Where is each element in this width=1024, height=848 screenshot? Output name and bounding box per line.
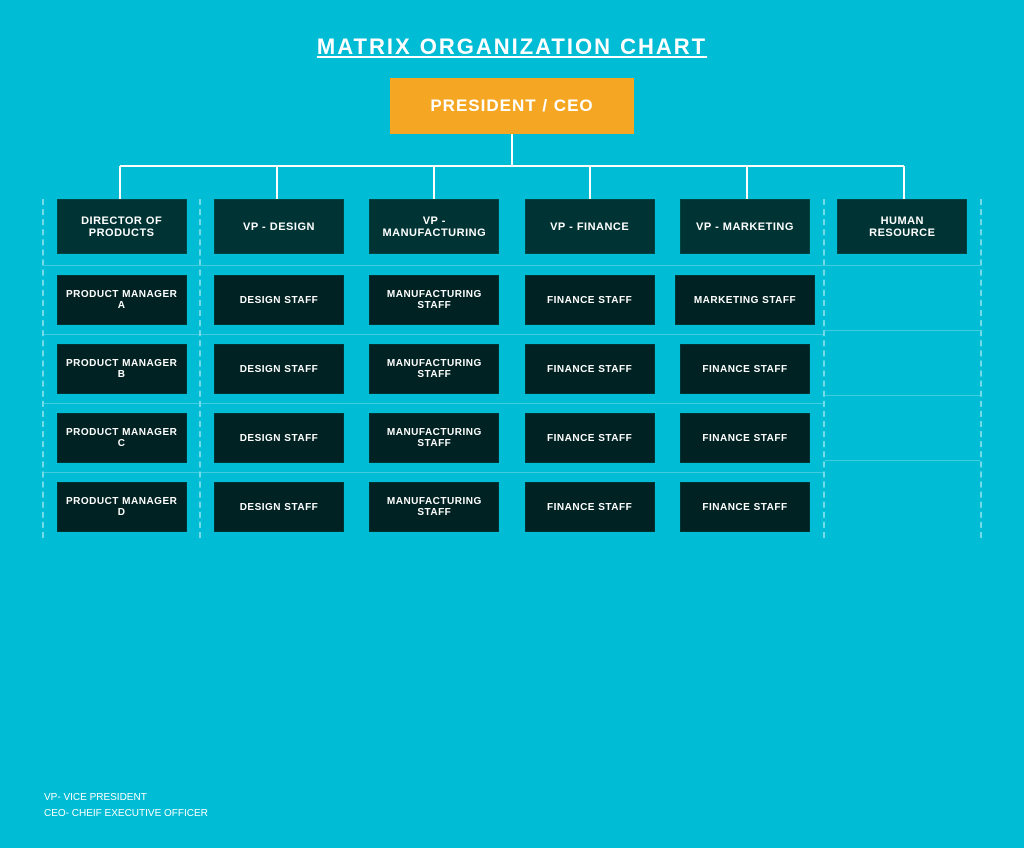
staff-design-box-3: DESIGN STAFF xyxy=(214,413,344,463)
staff-mfg-4: MANUFACTURING STAFF xyxy=(357,476,512,538)
staff-fin-4: FINANCE STAFF xyxy=(512,476,667,538)
staff-mkt-box-4: FINANCE STAFF xyxy=(680,482,810,532)
staff-fin-box-3: FINANCE STAFF xyxy=(525,413,655,463)
staff-design-1: DESIGN STAFF xyxy=(201,269,356,331)
staff-design-box-1: DESIGN STAFF xyxy=(214,275,344,325)
col-hr: HUMAN RESOURCE xyxy=(823,199,982,538)
vp-box-marketing: VP - MARKETING xyxy=(680,199,810,254)
connector-svg xyxy=(42,134,982,199)
vp-box-director: DIRECTOR OF PRODUCTS xyxy=(57,199,187,254)
footnote: VP- VICE PRESIDENT CEO- CHEIF EXECUTIVE … xyxy=(44,790,208,822)
vp-box-design: VP - DESIGN xyxy=(214,199,344,254)
col-director: DIRECTOR OF PRODUCTS PRODUCT MANAGER A P… xyxy=(42,199,201,538)
pm-box-a: PRODUCT MANAGER A xyxy=(57,275,187,325)
staff-mkt-box-1: MARKETING STAFF xyxy=(675,275,815,325)
staff-mfg-2: MANUFACTURING STAFF xyxy=(357,338,512,400)
staff-mfg-box-1: MANUFACTURING STAFF xyxy=(369,275,499,325)
header-hr: HUMAN RESOURCE xyxy=(837,199,967,254)
staff-mfg-box-2: MANUFACTURING STAFF xyxy=(369,344,499,394)
staff-design-box-4: DESIGN STAFF xyxy=(214,482,344,532)
vp-box-manufacturing: VP - MANUFACTURING xyxy=(369,199,499,254)
footnote-line-1: VP- VICE PRESIDENT xyxy=(44,790,208,806)
vp-box-finance: VP - FINANCE xyxy=(525,199,655,254)
staff-mkt-box-3: FINANCE STAFF xyxy=(680,413,810,463)
staff-design-4: DESIGN STAFF xyxy=(201,476,356,538)
pm-box-d: PRODUCT MANAGER D xyxy=(57,482,187,532)
chart-wrapper: MATRIX ORGANIZATION CHART PRESIDENT / CE… xyxy=(22,14,1002,834)
header-vp-manufacturing: VP - MANUFACTURING xyxy=(369,199,499,254)
col-vp-marketing: VP - MARKETING MARKETING STAFF FINANCE S… xyxy=(667,199,822,538)
staff-mfg-box-3: MANUFACTURING STAFF xyxy=(369,413,499,463)
staff-design-box-2: DESIGN STAFF xyxy=(214,344,344,394)
vp-box-hr: HUMAN RESOURCE xyxy=(837,199,967,254)
staff-mkt-3: FINANCE STAFF xyxy=(667,407,822,469)
col-vp-manufacturing: VP - MANUFACTURING MANUFACTURING STAFF M… xyxy=(357,199,512,538)
staff-fin-box-2: FINANCE STAFF xyxy=(525,344,655,394)
footnote-line-2: CEO- CHEIF EXECUTIVE OFFICER xyxy=(44,806,208,822)
main-grid: DIRECTOR OF PRODUCTS PRODUCT MANAGER A P… xyxy=(42,199,982,538)
staff-mkt-4: FINANCE STAFF xyxy=(667,476,822,538)
ceo-row: PRESIDENT / CEO xyxy=(42,78,982,134)
staff-group-director: PRODUCT MANAGER A xyxy=(44,269,199,331)
staff-group-director-d: PRODUCT MANAGER D xyxy=(44,476,199,538)
staff-fin-1: FINANCE STAFF xyxy=(512,269,667,331)
staff-fin-2: FINANCE STAFF xyxy=(512,338,667,400)
header-vp-design: VP - DESIGN xyxy=(214,199,344,254)
staff-mfg-1: MANUFACTURING STAFF xyxy=(357,269,512,331)
staff-fin-3: FINANCE STAFF xyxy=(512,407,667,469)
chart-title: MATRIX ORGANIZATION CHART xyxy=(42,34,982,60)
staff-group-director-b: PRODUCT MANAGER B xyxy=(44,338,199,400)
header-director: DIRECTOR OF PRODUCTS xyxy=(57,199,187,254)
staff-mkt-1: MARKETING STAFF xyxy=(667,269,822,331)
staff-design-3: DESIGN STAFF xyxy=(201,407,356,469)
staff-mkt-box-2: FINANCE STAFF xyxy=(680,344,810,394)
pm-box-b: PRODUCT MANAGER B xyxy=(57,344,187,394)
staff-fin-box-1: FINANCE STAFF xyxy=(525,275,655,325)
staff-design-2: DESIGN STAFF xyxy=(201,338,356,400)
staff-mfg-3: MANUFACTURING STAFF xyxy=(357,407,512,469)
pm-box-c: PRODUCT MANAGER C xyxy=(57,413,187,463)
col-vp-finance: VP - FINANCE FINANCE STAFF FINANCE STAFF… xyxy=(512,199,667,538)
col-vp-design: VP - DESIGN DESIGN STAFF DESIGN STAFF DE… xyxy=(201,199,356,538)
staff-fin-box-4: FINANCE STAFF xyxy=(525,482,655,532)
ceo-box: PRESIDENT / CEO xyxy=(390,78,633,134)
header-vp-finance: VP - FINANCE xyxy=(525,199,655,254)
header-vp-marketing: VP - MARKETING xyxy=(680,199,810,254)
staff-mfg-box-4: MANUFACTURING STAFF xyxy=(369,482,499,532)
staff-group-director-c: PRODUCT MANAGER C xyxy=(44,407,199,469)
staff-mkt-2: FINANCE STAFF xyxy=(667,338,822,400)
